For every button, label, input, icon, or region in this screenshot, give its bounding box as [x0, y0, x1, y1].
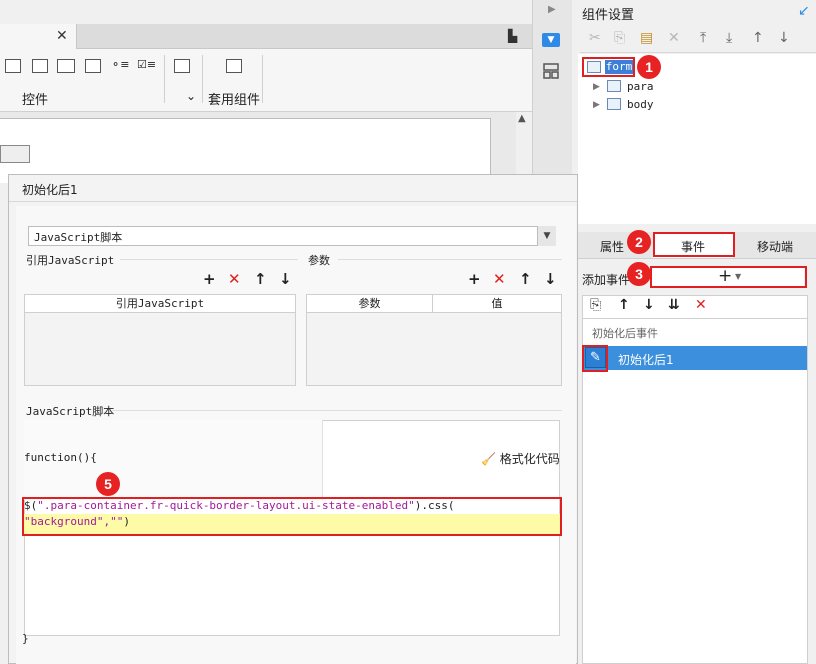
divider	[120, 259, 298, 260]
toolbar-divider	[262, 55, 263, 103]
checkbox-group-icon[interactable]: ☑≡	[137, 59, 156, 73]
copy-event-icon[interactable]: ⎘	[590, 297, 601, 313]
closing-brace: }	[22, 632, 29, 645]
copy-icon: ⎘	[614, 30, 626, 46]
divider	[338, 259, 562, 260]
apply-component-label: 套用组件	[208, 93, 261, 108]
chevron-down-icon[interactable]: ⌄	[186, 89, 196, 103]
expand-icon[interactable]: ▶	[593, 100, 600, 110]
sort-icon[interactable]: ⇊	[668, 297, 680, 313]
callout-badge-1: 1	[637, 55, 661, 79]
move-bottom-icon[interactable]: ⤓	[726, 30, 732, 46]
textarea-widget-icon[interactable]	[85, 59, 101, 73]
date-widget-icon[interactable]	[5, 59, 21, 73]
broom-icon: 🧹	[481, 452, 496, 466]
delete-icon: ✕	[668, 30, 680, 46]
cut-icon: ✂	[589, 30, 601, 46]
add-param-icon[interactable]: +	[468, 270, 481, 288]
callout-badge-5: 5	[96, 472, 120, 496]
ref-js-column-header: 引用JavaScript	[25, 295, 295, 313]
callout-box-5	[22, 497, 562, 536]
expand-icon[interactable]: ▶	[593, 82, 600, 92]
add-ref-icon[interactable]: +	[203, 270, 216, 288]
event-list	[582, 319, 808, 664]
scroll-up-icon[interactable]: ▲	[518, 113, 526, 124]
callout-box-2	[653, 232, 735, 257]
body-node-icon	[607, 98, 621, 110]
close-icon[interactable]: ✕	[56, 28, 68, 44]
move-up-icon[interactable]: ↑	[519, 270, 532, 288]
remove-param-icon[interactable]: ✕	[493, 270, 506, 288]
paste-icon[interactable]: ▤	[640, 30, 653, 46]
params-name-header: 参数	[307, 295, 433, 313]
tree-node-para[interactable]: para	[627, 80, 654, 93]
panel-title: 组件设置	[582, 8, 635, 23]
layout-icon[interactable]	[543, 63, 559, 79]
callout-box-3	[650, 266, 807, 288]
component-panel-toggle-icon[interactable]: ▼	[542, 33, 560, 47]
search-widget-icon[interactable]	[174, 59, 190, 73]
event-type-value: JavaScript脚本	[34, 231, 123, 244]
callout-box-4	[582, 345, 608, 372]
add-event-label: 添加事件	[582, 273, 631, 287]
event-group-label: 初始化后事件	[592, 327, 658, 340]
event-row-selected[interactable]	[583, 346, 807, 370]
move-top-icon[interactable]: ⤒	[700, 30, 706, 46]
params-value-header: 值	[433, 295, 561, 313]
script-label: JavaScript脚本	[26, 405, 115, 418]
minimize-icon[interactable]: ↙	[798, 3, 810, 19]
params-label: 参数	[308, 254, 330, 267]
move-down-icon[interactable]: ↓	[643, 297, 655, 313]
calendar-widget-icon[interactable]	[32, 59, 48, 73]
controls-group-label: 控件	[22, 93, 49, 108]
dialog-title: 初始化后1	[22, 183, 78, 197]
tree-node-body[interactable]: body	[627, 98, 654, 111]
chevron-down-icon[interactable]: ▼	[537, 226, 556, 246]
move-down-icon[interactable]: ↓	[279, 270, 292, 288]
editor-tab-bar	[0, 24, 532, 49]
divider	[9, 201, 577, 202]
radio-group-icon[interactable]: ⚬≡	[111, 59, 129, 73]
format-code-button[interactable]: 🧹 格式化代码	[481, 450, 560, 467]
function-header: function(){	[24, 451, 97, 464]
move-down-icon[interactable]: ↓	[778, 30, 790, 46]
dock-icon[interactable]: ▙	[508, 29, 517, 43]
divider	[112, 410, 562, 411]
para-node-icon	[607, 80, 621, 92]
move-down-icon[interactable]: ↓	[544, 270, 557, 288]
remove-ref-icon[interactable]: ✕	[228, 270, 241, 288]
toolbar-divider	[164, 55, 165, 103]
move-up-icon[interactable]: ↑	[752, 30, 764, 46]
number-widget-icon[interactable]	[57, 59, 75, 73]
move-up-icon[interactable]: ↑	[254, 270, 267, 288]
editor-toolbar: ⚬≡ ☑≡	[0, 49, 532, 112]
callout-badge-3: 3	[627, 262, 651, 286]
ref-js-label: 引用JavaScript	[26, 254, 115, 267]
toolbar-divider	[202, 55, 203, 103]
canvas-widget[interactable]	[0, 145, 30, 163]
format-code-label: 格式化代码	[499, 452, 560, 466]
move-up-icon[interactable]: ↑	[618, 297, 630, 313]
event-row-label: 初始化后1	[618, 353, 674, 367]
callout-box-1	[582, 57, 635, 77]
tab-mobile[interactable]: 移动端	[757, 238, 793, 255]
callout-badge-2: 2	[627, 230, 651, 254]
delete-event-icon[interactable]: ✕	[695, 297, 707, 313]
layout-widget-icon[interactable]	[226, 59, 242, 73]
tab-attributes[interactable]: 属性	[600, 238, 624, 255]
collapse-arrow-icon[interactable]: ▶	[548, 4, 556, 15]
